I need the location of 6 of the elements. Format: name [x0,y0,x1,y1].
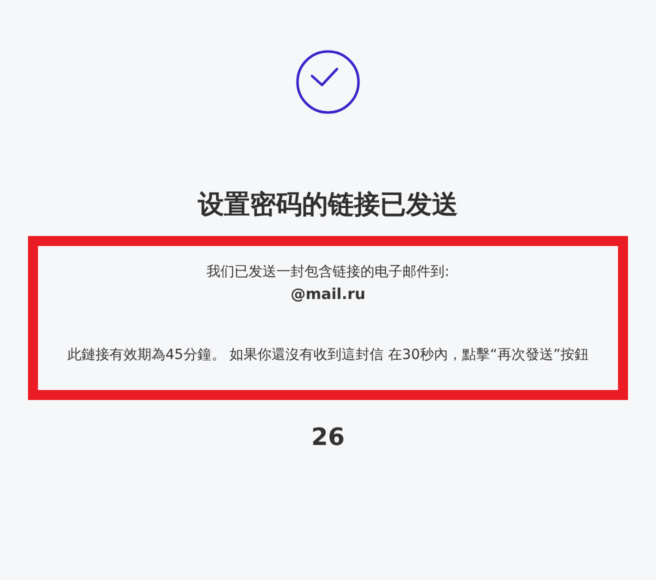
countdown-timer: 26 [311,422,345,452]
sent-message: 我们已发送一封包含链接的电子邮件到: [206,263,450,282]
expiry-message: 此鏈接有效期為45分鐘。 如果你還沒有收到這封信 在30秒內，點擊“再次發送”按鈕 [66,346,590,365]
email-address: @mail.ru [290,284,366,305]
check-circle-icon [296,50,360,114]
page-title: 设置密码的链接已发送 [198,189,458,222]
